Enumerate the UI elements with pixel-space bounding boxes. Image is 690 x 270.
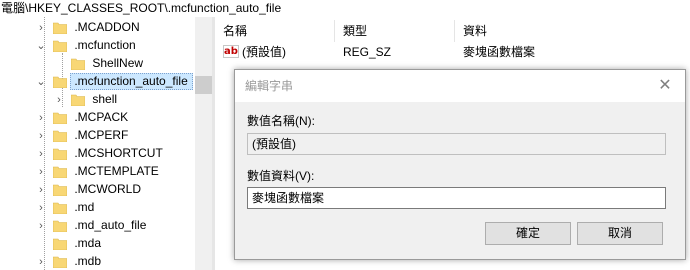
value-type: REG_SZ (343, 45, 392, 59)
tree-item-label: .mcfunction (74, 38, 136, 52)
tree-item-mcpack[interactable]: › .MCPACK (30, 109, 133, 127)
chevron-right-icon[interactable]: › (36, 163, 46, 181)
column-header-name[interactable]: 名稱 (215, 20, 335, 42)
tree-item-mcworld[interactable]: › .MCWORLD (30, 181, 146, 199)
value-name-label: 數值名稱(N): (247, 114, 315, 128)
folder-icon (53, 220, 68, 232)
list-header: 名稱 類型 資料 (215, 20, 690, 42)
tree-item-shellnew[interactable]: ShellNew (48, 55, 148, 73)
tree-item-label: ShellNew (92, 56, 144, 70)
tree-item-label: .md_auto_file (74, 218, 147, 232)
tree-item-mcfunction[interactable]: ⌄ .mcfunction (30, 37, 141, 55)
chevron-right-icon[interactable]: › (36, 109, 46, 127)
tree-item-mctemplate[interactable]: › .MCTEMPLATE (30, 163, 164, 181)
folder-icon (53, 112, 68, 124)
chevron-down-icon[interactable]: ⌄ (36, 37, 46, 55)
folder-icon (71, 94, 86, 106)
tree-item-label: .MCTEMPLATE (74, 164, 159, 178)
folder-icon (53, 40, 68, 52)
address-bar[interactable]: 電腦\HKEY_CLASSES_ROOT\.mcfunction_auto_fi… (0, 0, 690, 17)
tree-item-label: .md (74, 200, 95, 214)
folder-icon (53, 184, 68, 196)
chevron-right-icon[interactable]: › (36, 199, 46, 217)
folder-icon (53, 148, 68, 160)
tree-item-md[interactable]: › .md (30, 199, 99, 217)
folder-icon (53, 76, 68, 88)
tree-item-md-auto-file[interactable]: › .md_auto_file (30, 217, 151, 235)
folder-icon (53, 166, 68, 178)
tree-item-label: .MCPACK (74, 110, 129, 124)
tree-item-label: .MCSHORTCUT (74, 146, 163, 160)
value-name: (預設值) (242, 45, 286, 59)
folder-icon (53, 130, 68, 142)
chevron-right-icon[interactable]: › (36, 253, 46, 270)
tree-item-shell[interactable]: › shell (48, 91, 122, 109)
cancel-button[interactable]: 取消 (577, 222, 663, 245)
tree-item-label: .mda (74, 236, 102, 250)
tree-item-mda[interactable]: .mda (30, 235, 106, 253)
chevron-right-icon[interactable]: › (36, 19, 46, 37)
dialog-title: 編輯字串 (235, 70, 685, 102)
tree-item-mcaddon[interactable]: › .MCADDON (30, 19, 145, 37)
folder-icon (53, 256, 68, 268)
value-name-cell: ab (預設值) (223, 42, 286, 62)
folder-icon (53, 238, 68, 250)
tree-item-label: .mdb (74, 254, 102, 268)
tree-item-mcperf[interactable]: › .MCPERF (30, 127, 133, 145)
chevron-right-icon[interactable]: › (36, 127, 46, 145)
list-item[interactable]: ab (預設值) REG_SZ 麥塊函數檔案 (215, 42, 690, 62)
tree-scrollbar[interactable] (195, 17, 212, 270)
column-header-data[interactable]: 資料 (455, 20, 690, 42)
tree-item-mdb[interactable]: › .mdb (30, 253, 106, 270)
edit-string-dialog: 編輯字串 ✕ 數值名稱(N): (預設值) 數值資料(V): 麥塊函數檔案 確定… (234, 69, 686, 260)
column-header-type[interactable]: 類型 (335, 20, 455, 42)
folder-icon (53, 22, 68, 34)
registry-tree: › .MCADDON ⌄ .mcfunction ShellNew ⌄ .mcf… (0, 17, 212, 270)
value-data: 麥塊函數檔案 (463, 45, 536, 59)
tree-item-label: shell (92, 92, 118, 106)
value-name-field: (預設值) (247, 133, 666, 155)
scrollbar-thumb[interactable] (195, 76, 212, 94)
value-data-label: 數值資料(V): (247, 169, 315, 183)
chevron-right-icon[interactable]: › (36, 217, 46, 235)
tree-item-label: .mcfunction_auto_file (70, 73, 193, 90)
tree-item-label: .MCPERF (74, 128, 129, 142)
chevron-right-icon[interactable]: › (36, 181, 46, 199)
chevron-down-icon[interactable]: ⌄ (36, 73, 46, 91)
close-icon[interactable]: ✕ (655, 70, 675, 102)
string-value-icon: ab (223, 45, 239, 59)
folder-icon (71, 58, 86, 70)
tree-item-mcshortcut[interactable]: › .MCSHORTCUT (30, 145, 168, 163)
value-data-input[interactable]: 麥塊函數檔案 (247, 187, 666, 209)
folder-icon (53, 202, 68, 214)
ok-button[interactable]: 確定 (485, 222, 571, 245)
chevron-right-icon[interactable]: › (36, 145, 46, 163)
chevron-right-icon[interactable]: › (54, 91, 64, 109)
tree-item-mcfunction-auto-file[interactable]: ⌄ .mcfunction_auto_file (30, 73, 193, 91)
tree-item-label: .MCWORLD (74, 182, 142, 196)
tree-item-label: .MCADDON (74, 20, 140, 34)
